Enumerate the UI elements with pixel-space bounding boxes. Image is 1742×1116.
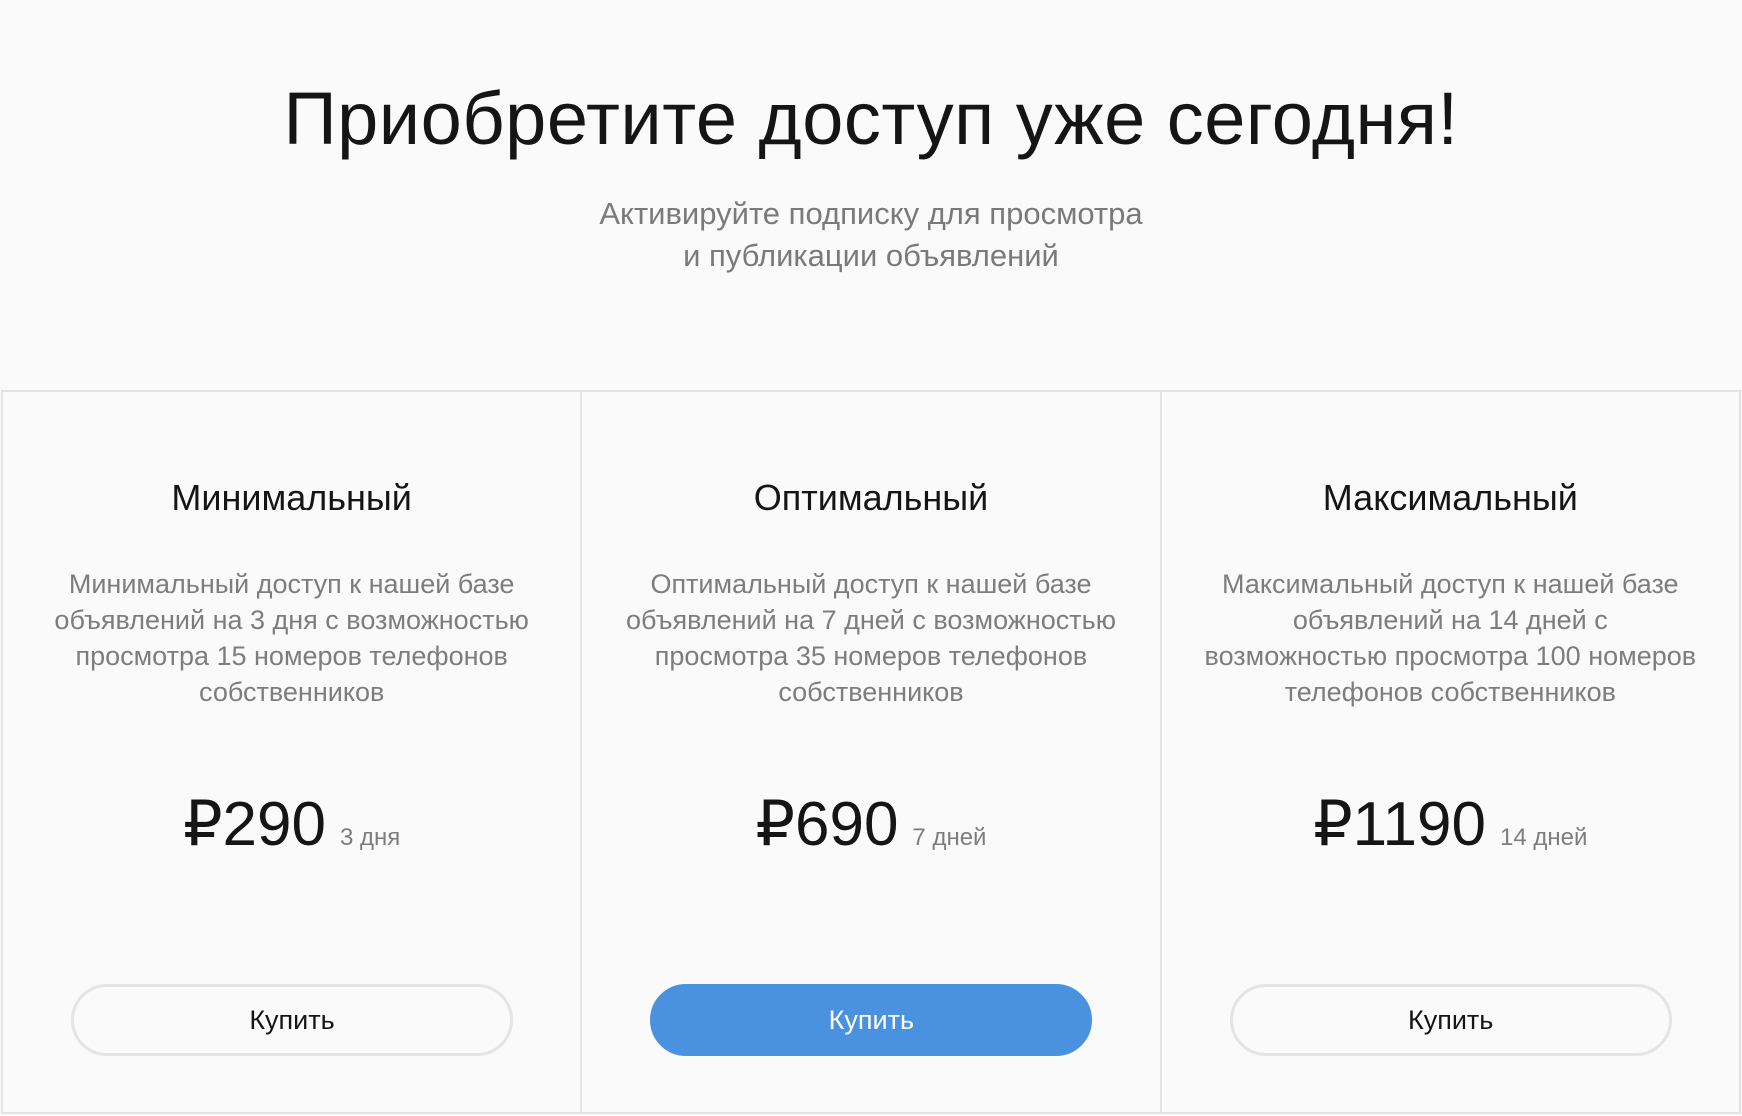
buy-button-optimal[interactable]: Купить <box>650 984 1093 1056</box>
plan-description: Оптимальный доступ к нашей базе объявлен… <box>626 569 1116 707</box>
price-amount: ₽290 <box>183 790 326 859</box>
page-subtitle: Активируйте подписку для просмотра и пуб… <box>599 196 1143 273</box>
plan-description: Минимальный доступ к нашей базе объявлен… <box>54 569 529 707</box>
pricing-plans: Минимальный Минимальный доступ к нашей б… <box>1 390 1741 1114</box>
plan-price: ₽690 7 дней <box>582 790 1159 860</box>
plan-description: Максимальный доступ к нашей базе объявле… <box>1204 569 1697 707</box>
plan-price: ₽1190 14 дней <box>1162 790 1739 860</box>
buy-button-minimal[interactable]: Купить <box>71 984 513 1056</box>
plan-card-minimal: Минимальный Минимальный доступ к нашей б… <box>1 392 580 1112</box>
price-period: 3 дня <box>339 824 401 851</box>
page-title: Приобретите доступ уже сегодня! <box>283 77 1459 160</box>
plan-name: Оптимальный <box>753 477 989 518</box>
price-period: 7 дней <box>912 824 987 851</box>
price-amount: ₽1190 <box>1313 790 1487 859</box>
plan-name: Минимальный <box>171 477 412 518</box>
plan-price: ₽290 3 дня <box>3 790 580 860</box>
plan-name: Максимальный <box>1322 477 1578 518</box>
price-amount: ₽690 <box>755 790 899 859</box>
buy-button-maximal[interactable]: Купить <box>1229 984 1672 1056</box>
price-period: 14 дней <box>1500 824 1588 851</box>
plan-card-optimal: Оптимальный Оптимальный доступ к нашей б… <box>580 392 1159 1112</box>
plan-card-maximal: Максимальный Максимальный доступ к нашей… <box>1159 392 1741 1112</box>
